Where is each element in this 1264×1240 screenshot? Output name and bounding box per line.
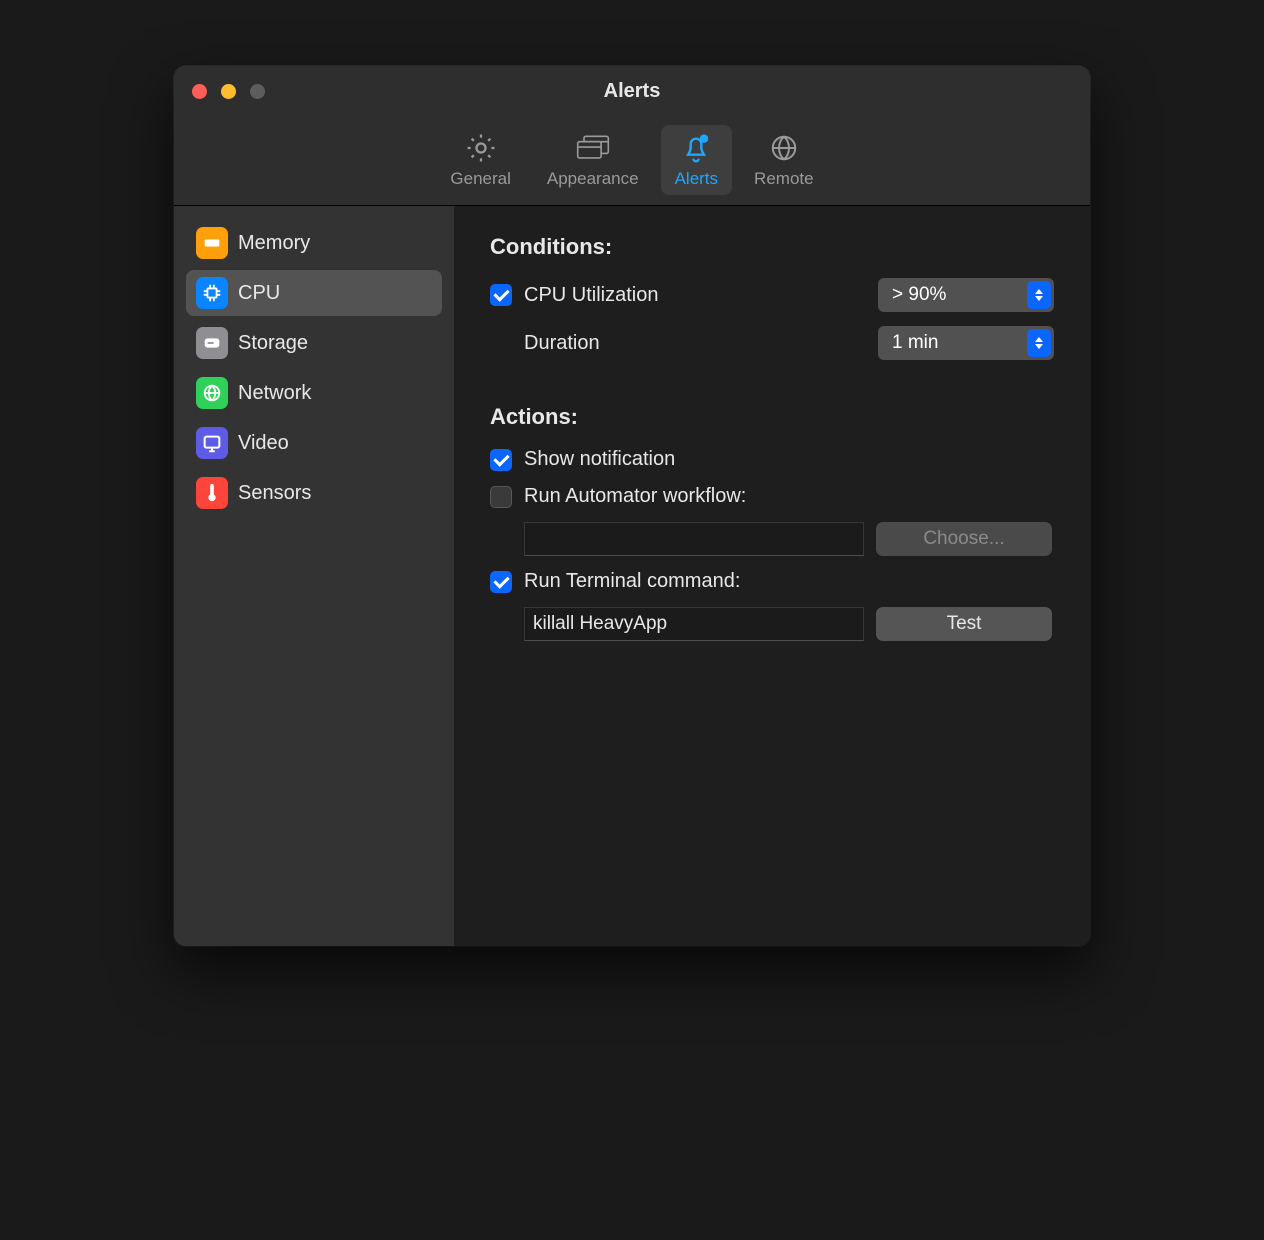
duration-row: Duration 1 min	[490, 326, 1054, 360]
chevron-updown-icon	[1027, 281, 1051, 309]
run-automator-checkbox[interactable]	[490, 486, 512, 508]
terminal-command-row: Test	[524, 607, 1054, 641]
automator-path-row: Choose...	[524, 522, 1054, 556]
choose-button[interactable]: Choose...	[876, 522, 1052, 556]
window-body: Memory CPU Storage	[174, 206, 1090, 946]
memory-icon	[196, 227, 228, 259]
cpu-utilization-label: CPU Utilization	[524, 284, 658, 307]
sensors-icon	[196, 477, 228, 509]
run-automator-label: Run Automator workflow:	[524, 485, 746, 508]
tab-label: General	[450, 169, 510, 189]
tab-label: Remote	[754, 169, 814, 189]
sidebar-item-label: CPU	[238, 282, 280, 305]
sidebar-item-label: Storage	[238, 332, 308, 355]
tab-label: Appearance	[547, 169, 639, 189]
terminal-command-input[interactable]	[524, 607, 864, 641]
window-title: Alerts	[174, 80, 1090, 103]
run-terminal-label: Run Terminal command:	[524, 570, 740, 593]
titlebar: Alerts General	[174, 66, 1090, 206]
sidebar: Memory CPU Storage	[174, 206, 454, 946]
conditions-header: Conditions:	[490, 234, 1054, 260]
tab-general[interactable]: General	[436, 125, 524, 195]
tab-remote[interactable]: Remote	[740, 125, 828, 195]
storage-icon	[196, 327, 228, 359]
sidebar-item-label: Network	[238, 382, 311, 405]
sidebar-item-memory[interactable]: Memory	[186, 220, 442, 266]
duration-value: 1 min	[892, 332, 938, 354]
run-terminal-checkbox[interactable]	[490, 571, 512, 593]
duration-label: Duration	[524, 332, 600, 355]
run-automator-row: Run Automator workflow:	[490, 485, 1054, 508]
actions-header: Actions:	[490, 404, 1054, 430]
gear-icon	[463, 133, 499, 163]
automator-path-input[interactable]	[524, 522, 864, 556]
show-notification-label: Show notification	[524, 448, 675, 471]
sidebar-item-label: Video	[238, 432, 289, 455]
globe-icon	[766, 133, 802, 163]
preferences-window: Alerts General	[174, 66, 1090, 946]
chevron-updown-icon	[1027, 329, 1051, 357]
tab-label: Alerts	[675, 169, 718, 189]
network-icon	[196, 377, 228, 409]
cpu-icon	[196, 277, 228, 309]
show-notification-row: Show notification	[490, 448, 1054, 471]
sidebar-item-label: Memory	[238, 232, 310, 255]
sidebar-item-cpu[interactable]: CPU	[186, 270, 442, 316]
windows-icon	[575, 133, 611, 163]
sidebar-item-video[interactable]: Video	[186, 420, 442, 466]
run-terminal-row: Run Terminal command:	[490, 570, 1054, 593]
duration-popup[interactable]: 1 min	[878, 326, 1054, 360]
sidebar-item-storage[interactable]: Storage	[186, 320, 442, 366]
sidebar-item-label: Sensors	[238, 482, 311, 505]
test-button[interactable]: Test	[876, 607, 1052, 641]
bell-icon	[678, 133, 714, 163]
show-notification-checkbox[interactable]	[490, 449, 512, 471]
cpu-utilization-popup[interactable]: > 90%	[878, 278, 1054, 312]
cpu-utilization-checkbox[interactable]	[490, 284, 512, 306]
tab-appearance[interactable]: Appearance	[533, 125, 653, 195]
video-icon	[196, 427, 228, 459]
toolbar: General Appearance	[174, 125, 1090, 195]
cpu-utilization-row: CPU Utilization > 90%	[490, 278, 1054, 312]
content-panel: Conditions: CPU Utilization > 90% Durati…	[454, 206, 1090, 946]
sidebar-item-sensors[interactable]: Sensors	[186, 470, 442, 516]
tab-alerts[interactable]: Alerts	[661, 125, 732, 195]
cpu-utilization-value: > 90%	[892, 284, 946, 306]
sidebar-item-network[interactable]: Network	[186, 370, 442, 416]
